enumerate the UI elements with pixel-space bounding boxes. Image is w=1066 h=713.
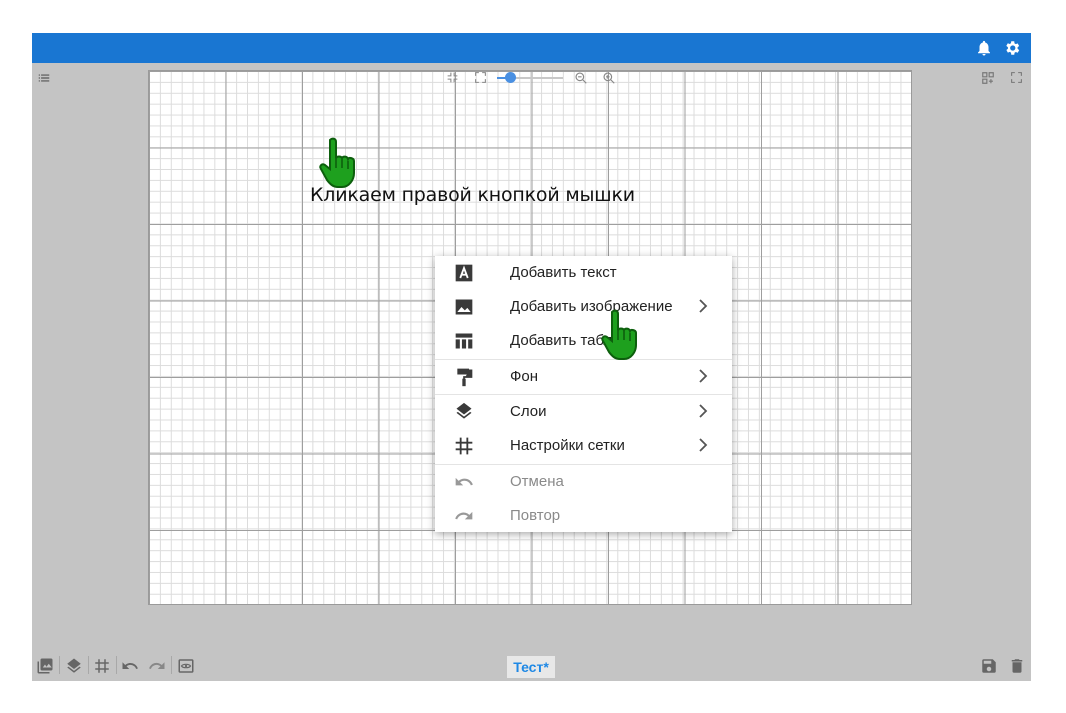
redo-icon[interactable] [148, 657, 166, 675]
menu-item-label: Слои [510, 403, 547, 420]
collapse-icon[interactable] [446, 71, 459, 84]
zoom-out-icon[interactable] [574, 71, 588, 85]
menu-item-label: Настройки сетки [510, 437, 625, 454]
undo-icon [455, 477, 473, 486]
menu-item-undo[interactable]: Отмена [435, 465, 732, 499]
menu-item-redo[interactable]: Повтор [435, 499, 732, 533]
divider [171, 656, 172, 674]
chevron-right-icon [699, 404, 708, 418]
divider [116, 656, 117, 674]
menu-item-add-image[interactable]: Добавить изображение [435, 290, 732, 324]
text-icon [455, 264, 473, 282]
menu-item-label: Добавить изображение [510, 298, 673, 315]
pointer-hand-icon [319, 137, 355, 188]
redo-icon [455, 511, 473, 520]
zoom-controls [442, 69, 622, 87]
context-menu: Добавить текст Добавить изображение Доба… [435, 256, 732, 532]
zoom-slider-handle[interactable] [505, 72, 516, 83]
menu-item-grid-settings[interactable]: Настройки сетки [435, 429, 732, 463]
expand-icon[interactable] [474, 71, 487, 84]
zoom-in-icon[interactable] [602, 71, 616, 85]
menu-item-label: Повтор [510, 507, 561, 524]
layers-icon [456, 402, 472, 419]
save-icon[interactable] [980, 657, 998, 675]
delete-icon[interactable] [1008, 657, 1026, 675]
image-icon [455, 299, 473, 315]
chevron-right-icon [699, 438, 708, 452]
menu-item-background[interactable]: Фон [435, 360, 732, 394]
menu-item-label: Фон [510, 368, 539, 385]
menu-item-add-text[interactable]: Добавить текст [435, 256, 732, 290]
bell-icon[interactable] [975, 39, 993, 57]
divider [59, 656, 60, 674]
document-tab[interactable]: Тест* [507, 656, 555, 678]
preview-icon[interactable] [177, 657, 195, 675]
chevron-right-icon [699, 299, 708, 313]
menu-item-label: Добавить текст [510, 264, 617, 281]
fullscreen-icon[interactable] [1010, 71, 1023, 84]
top-bar [32, 33, 1031, 63]
divider [88, 656, 89, 674]
table-icon [455, 333, 473, 349]
grid-icon[interactable] [93, 657, 111, 675]
chevron-right-icon [699, 369, 708, 383]
images-icon[interactable] [36, 657, 54, 675]
paint-roller-icon [457, 368, 473, 387]
zoom-slider[interactable] [497, 72, 563, 83]
grid-icon [455, 437, 473, 455]
undo-icon[interactable] [121, 657, 139, 675]
menu-item-layers[interactable]: Слои [435, 395, 732, 429]
menu-item-add-table[interactable]: Добавить таблицу [435, 324, 732, 358]
layers-icon[interactable] [65, 657, 83, 675]
menu-item-label: Отмена [510, 473, 564, 490]
list-icon[interactable] [37, 71, 51, 85]
grid-add-icon[interactable] [981, 71, 995, 85]
gear-icon[interactable] [1003, 39, 1021, 57]
pointer-hand-icon [601, 309, 637, 360]
